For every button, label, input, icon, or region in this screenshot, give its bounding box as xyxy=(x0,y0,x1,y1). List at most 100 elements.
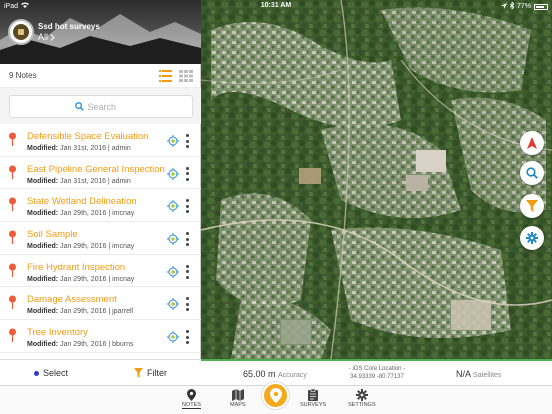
satellite-map[interactable] xyxy=(201,0,552,359)
battery-icon xyxy=(534,3,548,10)
battery-percent: 77% xyxy=(516,3,531,10)
tab-surveys-label: SURVEYS xyxy=(300,402,327,408)
search-icon xyxy=(74,102,84,111)
gear-icon xyxy=(355,389,368,401)
note-title: Tree Inventory xyxy=(27,327,88,339)
accuracy-label: Accuracy xyxy=(278,372,307,379)
locate-icon[interactable] xyxy=(167,298,179,311)
modified-label: Modified: xyxy=(27,210,59,218)
survey-filter-label: All xyxy=(38,32,49,42)
funnel-icon xyxy=(526,200,538,212)
note-modified: Jan 29th, 2016 | imcnay xyxy=(60,275,135,283)
note-modified: Jan 29th, 2016 | imcnay xyxy=(60,210,135,218)
chevron-right-icon xyxy=(50,33,55,41)
gear-icon xyxy=(526,232,538,244)
survey-title[interactable]: Ssd hot surveys xyxy=(38,22,100,31)
search-area xyxy=(0,88,201,124)
search-input[interactable] xyxy=(87,101,128,112)
modified-label: Modified: xyxy=(27,275,59,283)
pin-icon xyxy=(9,197,16,212)
modified-label: Modified: xyxy=(27,243,59,251)
list-item[interactable]: Tree Inventory Modified: Jan 29th, 2016 … xyxy=(0,320,201,353)
note-title: Defensible Space Evaluation xyxy=(27,131,149,142)
location-arrow-icon xyxy=(500,2,507,11)
note-meta: Modified: Jan 29th, 2016 | jparrell xyxy=(27,308,133,315)
note-meta: Modified: Jan 29th, 2016 | imcnay xyxy=(27,243,134,250)
pin-icon xyxy=(269,388,282,403)
tab-notes-label: NOTES xyxy=(182,402,201,408)
clipboard-icon xyxy=(308,389,319,401)
gps-satellites: N/A Satellites xyxy=(456,369,501,379)
tab-surveys[interactable]: SURVEYS xyxy=(300,389,326,408)
locate-icon[interactable] xyxy=(167,200,179,213)
note-title: Soil Sample xyxy=(27,229,78,241)
locate-icon[interactable] xyxy=(167,135,179,147)
list-item[interactable]: Fire Hydrant Inspection Modified: Jan 29… xyxy=(0,255,201,288)
list-item[interactable]: State Wetland Delineation Modified: Jan … xyxy=(0,189,201,223)
locate-icon[interactable] xyxy=(167,331,179,344)
locate-icon[interactable] xyxy=(167,265,179,278)
add-note-button[interactable] xyxy=(262,382,289,409)
note-title: Damage Assessment xyxy=(27,294,117,306)
gps-status-bar: 65.00 m Accuracy - iOS Core Location - 3… xyxy=(201,359,552,385)
note-modified: Jan 31st, 2016 | admin xyxy=(60,177,131,185)
satellite-imagery xyxy=(201,0,552,359)
status-time: 10:31 AM xyxy=(260,2,292,9)
list-view-icon[interactable] xyxy=(159,70,172,82)
note-meta: Modified: Jan 29th, 2016 | imcnay xyxy=(27,276,134,283)
search-icon xyxy=(526,167,538,179)
tab-settings[interactable]: SETTINGS xyxy=(348,389,376,408)
gps-accuracy: 65.00 m Accuracy xyxy=(243,369,307,379)
select-button[interactable]: Select xyxy=(34,368,68,378)
tab-maps[interactable]: MAPS xyxy=(230,389,246,408)
note-modified: Jan 29th, 2016 | bburns xyxy=(60,341,134,349)
compass-button[interactable] xyxy=(520,131,544,155)
tab-notes[interactable]: NOTES xyxy=(182,389,201,409)
more-options-icon[interactable] xyxy=(186,166,190,181)
map-filter-button[interactable] xyxy=(520,194,544,218)
note-meta: Modified: Jan 31st, 2016 | admin xyxy=(27,178,131,185)
note-title: East Pipeline General Inspection xyxy=(27,163,165,175)
more-options-icon[interactable] xyxy=(186,199,190,214)
more-options-icon[interactable] xyxy=(186,232,190,247)
pin-icon xyxy=(9,328,16,343)
more-options-icon[interactable] xyxy=(186,297,190,312)
search-box[interactable] xyxy=(9,95,193,118)
note-title: Fire Hydrant Inspection xyxy=(27,261,126,273)
notes-panel: Ssd hot surveys All 9 Notes Defensible S… xyxy=(0,0,201,385)
list-item[interactable]: East Pipeline General Inspection Modifie… xyxy=(0,157,201,190)
note-title: State Wetland Delineation xyxy=(27,196,137,208)
more-options-icon[interactable] xyxy=(186,264,190,279)
locate-icon[interactable] xyxy=(167,233,179,246)
grid-view-icon[interactable] xyxy=(179,70,193,82)
modified-label: Modified: xyxy=(27,308,59,316)
note-modified: Jan 29th, 2016 | imcnay xyxy=(60,243,135,251)
note-meta: Modified: Jan 29th, 2016 | imcnay xyxy=(27,210,134,217)
pin-icon xyxy=(9,230,16,245)
selection-bar: Select Filter xyxy=(0,359,201,385)
survey-filter[interactable]: All xyxy=(38,32,55,42)
more-options-icon[interactable] xyxy=(186,330,190,345)
list-item[interactable]: Defensible Space Evaluation Modified: Ja… xyxy=(0,124,201,157)
funnel-icon xyxy=(134,368,143,378)
more-options-icon[interactable] xyxy=(186,134,190,148)
modified-label: Modified: xyxy=(27,145,59,152)
map-search-button[interactable] xyxy=(520,161,544,185)
location-source[interactable]: - iOS Core Location - 34.93339 -80.77137 xyxy=(347,365,407,381)
map-icon xyxy=(231,389,244,401)
filter-button[interactable]: Filter xyxy=(134,368,167,378)
bluetooth-icon xyxy=(509,1,515,11)
list-item[interactable]: Soil Sample Modified: Jan 29th, 2016 | i… xyxy=(0,222,201,255)
list-item[interactable]: Damage Assessment Modified: Jan 29th, 20… xyxy=(0,287,201,321)
modified-label: Modified: xyxy=(27,177,59,185)
survey-logo[interactable] xyxy=(8,19,34,45)
locate-icon[interactable] xyxy=(167,167,179,180)
location-coordinates: 34.93339 -80.77137 xyxy=(350,374,404,380)
satellites-label: Satellites xyxy=(473,372,502,379)
map-settings-button[interactable] xyxy=(520,226,544,250)
satellites-value: N/A xyxy=(456,369,471,379)
filter-label: Filter xyxy=(147,368,167,378)
accuracy-value: 65.00 m xyxy=(243,369,276,379)
pin-icon xyxy=(9,132,16,146)
note-meta: Modified: Jan 29th, 2016 | bburns xyxy=(27,341,134,348)
